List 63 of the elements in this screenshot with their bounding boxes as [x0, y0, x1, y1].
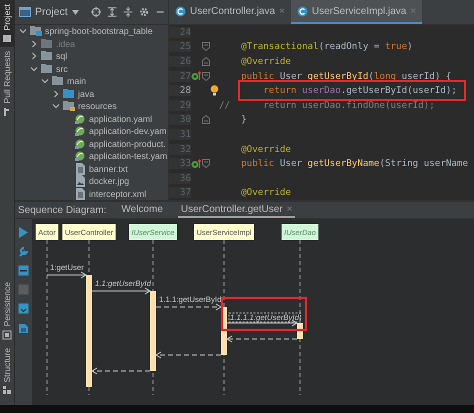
collapse-all-icon[interactable]: [123, 6, 134, 18]
leaf-icon: [74, 150, 86, 162]
line-number: 28: [169, 85, 191, 96]
tree-item[interactable]: application-dev.yam: [89, 126, 167, 136]
editor-tab[interactable]: UserServiceImpl.java ×: [290, 0, 422, 24]
diagram-tab[interactable]: UserController.getUser ×: [178, 202, 296, 218]
code-line: // return userDao.findOne(userId);: [219, 100, 435, 111]
play-icon[interactable]: [18, 227, 29, 238]
tree-item[interactable]: java: [78, 88, 94, 99]
window-icon: [19, 7, 31, 17]
image-icon: [74, 175, 86, 188]
locate-icon[interactable]: [90, 6, 101, 18]
tree-item[interactable]: src: [56, 64, 68, 74]
code-line: public User getUserByName(String userName: [241, 158, 468, 170]
tree-item[interactable]: main: [67, 76, 86, 86]
leaf-icon: [74, 138, 86, 150]
code-line: @Transactional(readOnly = true): [241, 41, 413, 52]
override-icon[interactable]: [191, 71, 201, 82]
structure-icon: [2, 385, 12, 395]
diagram-tab[interactable]: Welcome: [118, 202, 166, 218]
tree-item[interactable]: application-test.yam: [89, 151, 168, 162]
leaf-icon: [74, 125, 86, 138]
save-icon[interactable]: [18, 265, 29, 276]
code-line: @Override: [241, 144, 291, 155]
project-view-dropdown[interactable]: Project: [19, 6, 79, 18]
leaf-icon: [74, 112, 86, 125]
fold-icon[interactable]: [202, 115, 210, 124]
class-icon: [296, 6, 308, 16]
code-line: return userDao.getUserById(userId);: [263, 85, 457, 96]
lightbulb-icon[interactable]: [210, 85, 219, 96]
tree-item[interactable]: docker.jpg: [89, 176, 130, 186]
tool-window-tab[interactable]: Project: [0, 0, 14, 48]
tree-item[interactable]: resources: [78, 101, 117, 112]
code-line: @Override: [241, 56, 291, 67]
document-icon[interactable]: [18, 322, 29, 333]
tree-item[interactable]: application.yaml: [89, 114, 152, 124]
fold-icon[interactable]: [202, 42, 210, 52]
file-icon: [74, 162, 86, 175]
settings-icon[interactable]: [139, 6, 150, 18]
tool-window-tab[interactable]: Structure: [0, 344, 14, 399]
tree-item[interactable]: application-product.: [89, 138, 166, 149]
tool-window-tab[interactable]: Persistence: [0, 278, 14, 344]
fold-icon[interactable]: [202, 56, 210, 66]
module-icon: [30, 25, 42, 38]
export-icon[interactable]: [18, 303, 29, 314]
fold-icon[interactable]: [202, 72, 210, 81]
panel-icon: [2, 330, 12, 340]
tool-window-tab[interactable]: Pull Requests: [0, 47, 14, 121]
panel-title: Sequence Diagram:: [18, 204, 106, 218]
wrench-icon[interactable]: [18, 246, 29, 257]
code-line: }: [241, 114, 247, 126]
fold-icon[interactable]: [202, 159, 210, 168]
tree-item[interactable]: spring-boot-bootstrap_table: [45, 26, 153, 36]
branch-icon: [2, 106, 12, 117]
tree-item[interactable]: interceptor.xml: [89, 188, 146, 199]
tree-item[interactable]: sql: [56, 51, 68, 62]
editor-tab[interactable]: UserController.java ×: [169, 0, 291, 24]
tree-item[interactable]: banner.txt: [89, 164, 128, 174]
caret-icon: [72, 10, 79, 14]
class-icon: [175, 6, 186, 16]
code-line: @Override: [241, 187, 291, 198]
override-icon[interactable]: [191, 158, 201, 169]
expand-all-icon[interactable]: [106, 6, 118, 18]
